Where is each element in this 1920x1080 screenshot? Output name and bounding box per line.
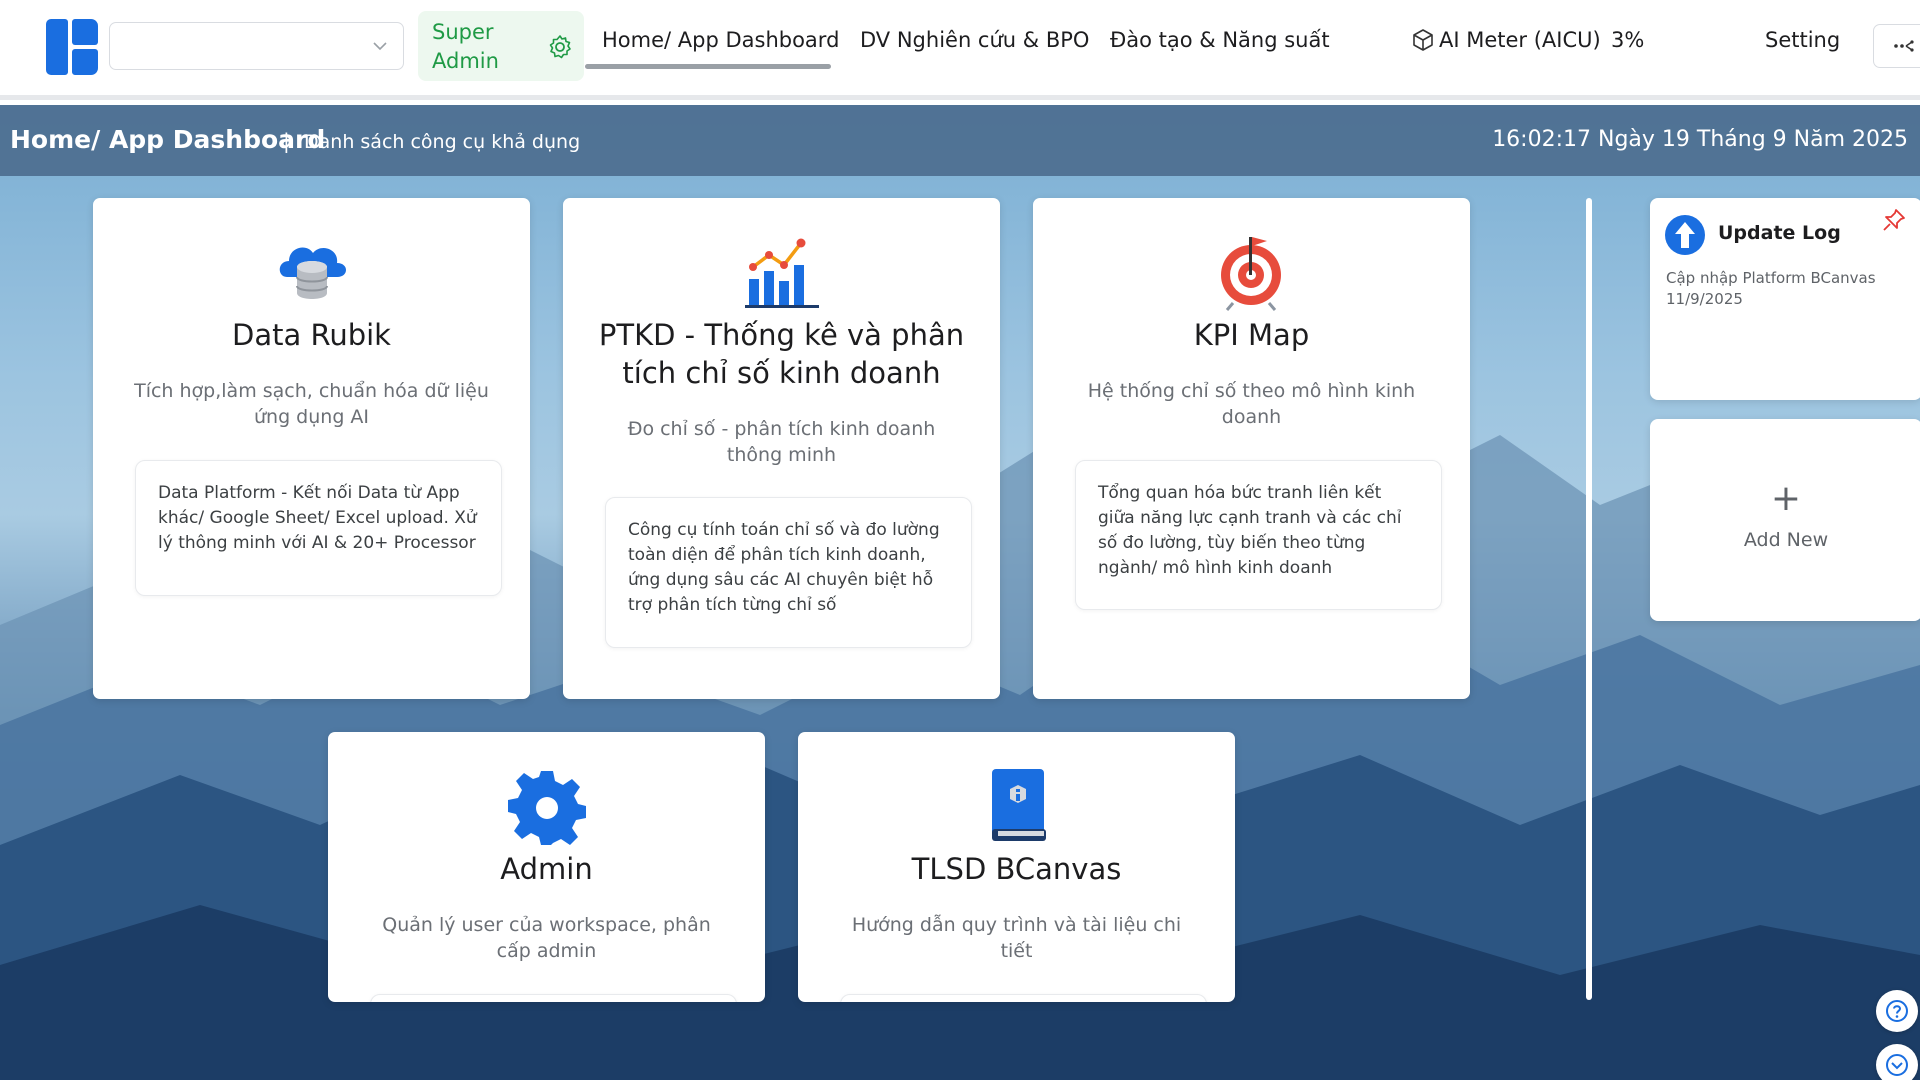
add-new-card[interactable]: + Add New xyxy=(1650,419,1920,621)
workspace-select[interactable] xyxy=(109,22,404,70)
chevron-down-icon xyxy=(1886,1054,1908,1076)
app-card-title: KPI Map xyxy=(1193,318,1310,352)
tab-research-bpo[interactable]: DV Nghiên cứu & BPO xyxy=(860,28,1089,52)
plus-icon: + xyxy=(1770,478,1802,519)
role-badge: Super Admin xyxy=(418,11,584,81)
app-logo-icon[interactable] xyxy=(46,19,98,75)
share-menu-button[interactable] xyxy=(1873,24,1920,68)
app-card-admin[interactable]: Admin Quản lý user của workspace, phân c… xyxy=(328,732,765,1002)
bar-chart-icon xyxy=(744,238,819,308)
app-card-title: TLSD BCanvas xyxy=(911,852,1122,886)
ai-meter[interactable]: AI Meter (AICU) xyxy=(1411,28,1601,52)
app-card-description: Đo chỉ số - phân tích kinh doanh thông m… xyxy=(627,418,936,466)
share-icon xyxy=(1894,40,1914,52)
role-label: Super Admin xyxy=(432,20,499,73)
active-tab-indicator xyxy=(585,64,831,69)
app-card-description: Hệ thống chỉ số theo mô hình kinh doanh xyxy=(1087,380,1416,428)
update-log-card[interactable]: Update Log Cập nhập Platform BCanvas 11/… xyxy=(1650,198,1920,400)
setting-link[interactable]: Setting xyxy=(1765,28,1840,52)
app-card-detail: Tổng quan hóa bức tranh liên kết giữa nă… xyxy=(1075,460,1442,610)
app-card-tlsd-bcanvas[interactable]: TLSD BCanvas Hướng dẫn quy trình và tài … xyxy=(798,732,1235,1002)
breadcrumb-separator: | xyxy=(283,129,290,153)
cube-icon xyxy=(1413,29,1433,51)
chevron-down-icon xyxy=(373,42,387,51)
help-button[interactable] xyxy=(1876,990,1918,1032)
app-card-description: Quản lý user của workspace, phân cấp adm… xyxy=(382,914,711,962)
app-card-title: Admin xyxy=(500,852,593,886)
page-title: Home/ App Dashboard xyxy=(10,125,326,154)
app-card-kpi-map[interactable]: KPI Map Hệ thống chỉ số theo mô hình kin… xyxy=(1033,198,1470,699)
app-card-data-rubik[interactable]: Data Rubik Tích hợp,làm sạch, chuẩn hóa … xyxy=(93,198,530,699)
tab-home-app-dashboard[interactable]: Home/ App Dashboard xyxy=(602,28,839,52)
app-card-detail: Công cụ tính toán chỉ số và đo lường toà… xyxy=(605,497,972,648)
breadcrumb: Home/ App Dashboard | Danh sách công cụ … xyxy=(0,105,1920,176)
target-icon xyxy=(1220,237,1281,311)
cloud-database-icon xyxy=(279,247,346,299)
ai-meter-label: AI Meter (AICU) xyxy=(1439,28,1601,52)
top-navigation-bar: Super Admin Home/ App Dashboard DV Nghiê… xyxy=(0,0,1920,100)
help-icon xyxy=(1886,1000,1908,1022)
scroll-down-button[interactable] xyxy=(1876,1044,1918,1080)
update-log-title: Update Log xyxy=(1718,222,1841,244)
app-card-description: Tích hợp,làm sạch, chuẩn hóa dữ liệu ứng… xyxy=(134,380,489,428)
app-card-title: PTKD - Thống kê và phân tích chỉ số kinh… xyxy=(598,318,965,390)
pin-icon[interactable] xyxy=(1882,208,1906,232)
app-card-description: Hướng dẫn quy trình và tài liệu chi tiết xyxy=(851,914,1182,962)
update-log-text: Cập nhập Platform BCanvas 11/9/2025 xyxy=(1666,269,1876,308)
settings-gear-icon[interactable] xyxy=(546,33,574,61)
app-card-detail xyxy=(370,994,737,1002)
current-datetime: 16:02:17 Ngày 19 Tháng 9 Năm 2025 xyxy=(1492,127,1908,152)
add-new-label: Add New xyxy=(1743,529,1829,551)
page-subtitle: Danh sách công cụ khả dụng xyxy=(304,131,581,153)
book-info-icon xyxy=(991,769,1046,841)
ai-meter-value: 3% xyxy=(1611,28,1645,52)
tab-training-productivity[interactable]: Đào tạo & Năng suất xyxy=(1110,28,1330,52)
panel-divider[interactable] xyxy=(1586,198,1592,1000)
app-card-title: Data Rubik xyxy=(232,318,391,352)
arrow-up-icon xyxy=(1665,215,1705,255)
app-card-ptkd[interactable]: PTKD - Thống kê và phân tích chỉ số kinh… xyxy=(563,198,1000,699)
gear-icon xyxy=(507,771,586,845)
app-card-detail xyxy=(840,994,1207,1002)
app-card-detail: Data Platform - Kết nối Data từ App khác… xyxy=(135,460,502,596)
